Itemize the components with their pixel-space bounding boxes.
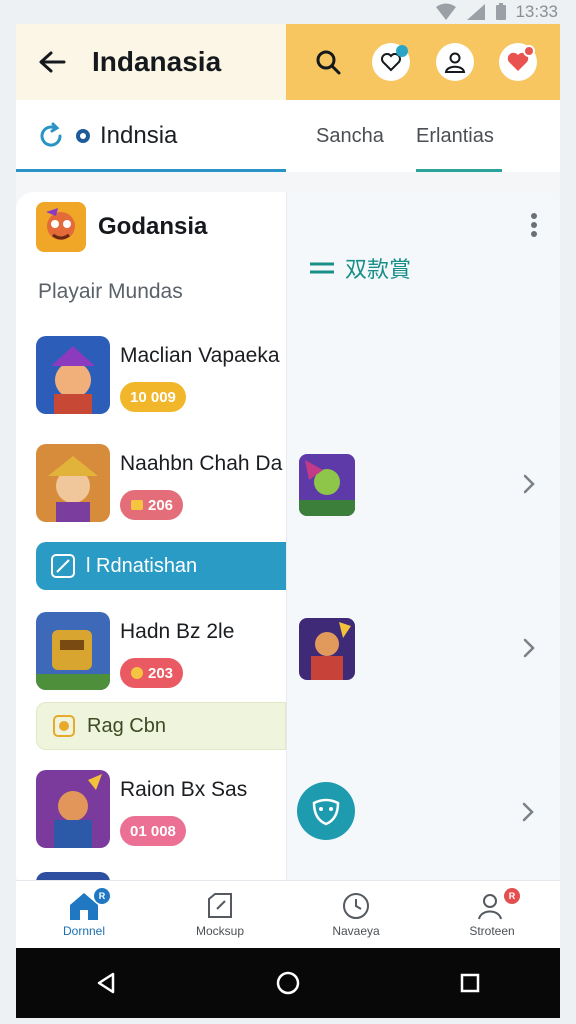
status-badge: 10 009 bbox=[120, 382, 186, 412]
list-item-title: Maclian Vapaeka bbox=[120, 344, 280, 367]
battery-icon bbox=[496, 3, 507, 20]
tab-sancha[interactable]: Sancha bbox=[316, 100, 384, 172]
nav-label: Dornnel bbox=[62, 924, 106, 938]
status-icons: 13:33 bbox=[435, 2, 558, 22]
search-button[interactable] bbox=[309, 43, 347, 81]
gift-icon bbox=[53, 715, 75, 737]
tab-indicator-right bbox=[416, 169, 502, 172]
game-list: Godansia Playair Mundas Maclian Vapaeka … bbox=[16, 192, 286, 892]
home-circle-icon[interactable] bbox=[275, 970, 301, 996]
tab-indicator-left bbox=[16, 169, 286, 172]
badge-value: 203 bbox=[148, 664, 174, 682]
nav-item-mocksup[interactable]: Mocksup bbox=[152, 881, 288, 948]
nav-item-navaeya[interactable]: Navaeya bbox=[288, 881, 424, 948]
list-item-title: Naahbn Chah Da bbox=[120, 452, 283, 475]
refresh-icon bbox=[40, 122, 62, 147]
nav-label: Stroteen bbox=[469, 924, 515, 938]
chevron-right-icon bbox=[523, 474, 535, 494]
nav-badge: R bbox=[94, 888, 110, 904]
game-avatar bbox=[36, 202, 86, 252]
badge-value: 01 008 bbox=[130, 822, 176, 840]
reward-banner-label: Rag Cbn bbox=[87, 714, 166, 737]
header-bar: Indanasia bbox=[16, 24, 286, 100]
promo-banner[interactable]: l Rdnatishan bbox=[36, 542, 286, 590]
status-badge: 01 008 bbox=[120, 816, 186, 846]
nav-label: Mocksup bbox=[195, 924, 245, 938]
game-thumbnail bbox=[36, 612, 110, 690]
promo-banner-label: l Rdnatishan bbox=[86, 554, 198, 577]
list-item-title: Raion Bx Sas bbox=[120, 778, 248, 801]
tab-erlantias-label: Erlantias bbox=[416, 124, 494, 147]
notification-button[interactable] bbox=[499, 43, 538, 81]
tab-active[interactable]: Indnsia bbox=[16, 100, 286, 172]
side-panel: 双款賞 bbox=[286, 192, 560, 892]
recents-square-icon[interactable] bbox=[459, 972, 481, 994]
mask-icon bbox=[312, 798, 340, 826]
page-title: Indanasia bbox=[92, 46, 222, 77]
game-thumbnail bbox=[36, 336, 110, 414]
status-badge: 203 bbox=[120, 658, 184, 688]
nav-item-stroteen[interactable]: R Stroteen bbox=[424, 881, 560, 948]
badge-value: 10 009 bbox=[130, 388, 176, 406]
list-item[interactable]: Maclian Vapaeka 10 009 bbox=[36, 336, 286, 416]
wifi-icon bbox=[436, 3, 457, 20]
panel-title-text: 双款賞 bbox=[345, 257, 412, 282]
back-triangle-icon[interactable] bbox=[95, 971, 117, 995]
chat-button[interactable] bbox=[372, 43, 411, 81]
header-actions bbox=[286, 24, 560, 100]
coin-icon bbox=[131, 667, 143, 679]
ticket-icon bbox=[51, 554, 75, 578]
status-time: 13:33 bbox=[515, 2, 558, 21]
tab-active-label: Indnsia bbox=[100, 122, 178, 149]
signal-icon bbox=[467, 4, 486, 20]
section-label: Playair Mundas bbox=[38, 280, 183, 303]
badge-value: 206 bbox=[148, 496, 174, 514]
chat-bubble-icon bbox=[76, 129, 90, 143]
tab-erlantias[interactable]: Erlantias bbox=[416, 100, 494, 172]
edit-card-icon bbox=[208, 893, 232, 918]
status-badge: 206 bbox=[120, 490, 184, 520]
panel-thumbnail bbox=[299, 454, 355, 516]
game-thumbnail bbox=[36, 770, 110, 848]
chevron-right-icon bbox=[523, 638, 535, 658]
nav-label: Navaeya bbox=[332, 924, 380, 938]
panel-item[interactable] bbox=[299, 618, 549, 684]
profile-icon bbox=[444, 52, 465, 73]
tab-bar: Indnsia Sancha Erlantias bbox=[16, 100, 560, 172]
panel-title: 双款賞 bbox=[309, 252, 411, 284]
list-item-title: Hadn Bz 2le bbox=[120, 620, 235, 643]
nav-badge: R bbox=[504, 888, 520, 904]
bottom-nav: R Dornnel Mocksup Navaeya R Stroteen bbox=[16, 880, 560, 948]
profile-button[interactable] bbox=[435, 43, 474, 81]
nav-item-home[interactable]: R Dornnel bbox=[16, 881, 152, 948]
reward-banner[interactable]: Rag Cbn bbox=[36, 702, 286, 750]
panel-item[interactable] bbox=[299, 454, 549, 520]
menu-lines-icon bbox=[310, 262, 334, 274]
clock-icon bbox=[343, 893, 369, 919]
system-nav-bar bbox=[16, 948, 560, 1018]
game-header[interactable]: Godansia bbox=[36, 202, 207, 252]
status-bar: 13:33 bbox=[0, 0, 576, 24]
app-window: Indanasia Indnsia Sancha Erlantias Godan… bbox=[16, 24, 560, 948]
content-card: Godansia Playair Mundas Maclian Vapaeka … bbox=[16, 192, 560, 892]
game-thumbnail bbox=[36, 444, 110, 522]
more-vert-icon[interactable] bbox=[530, 212, 538, 238]
back-arrow-icon[interactable] bbox=[38, 50, 66, 74]
chevron-right-icon[interactable] bbox=[522, 802, 534, 822]
list-item[interactable]: Naahbn Chah Da 206 bbox=[36, 444, 286, 524]
notification-badge bbox=[523, 45, 536, 57]
tab-sancha-label: Sancha bbox=[316, 124, 384, 147]
panel-thumbnail bbox=[299, 618, 355, 680]
game-name: Godansia bbox=[98, 213, 208, 240]
floating-action-button[interactable] bbox=[297, 782, 355, 840]
user-settings-icon bbox=[478, 894, 502, 920]
coin-icon bbox=[131, 500, 143, 510]
chat-badge bbox=[396, 45, 409, 57]
list-item[interactable]: Raion Bx Sas 01 008 bbox=[36, 770, 286, 850]
search-icon bbox=[316, 50, 341, 75]
list-item[interactable]: Hadn Bz 2le 203 bbox=[36, 612, 286, 692]
